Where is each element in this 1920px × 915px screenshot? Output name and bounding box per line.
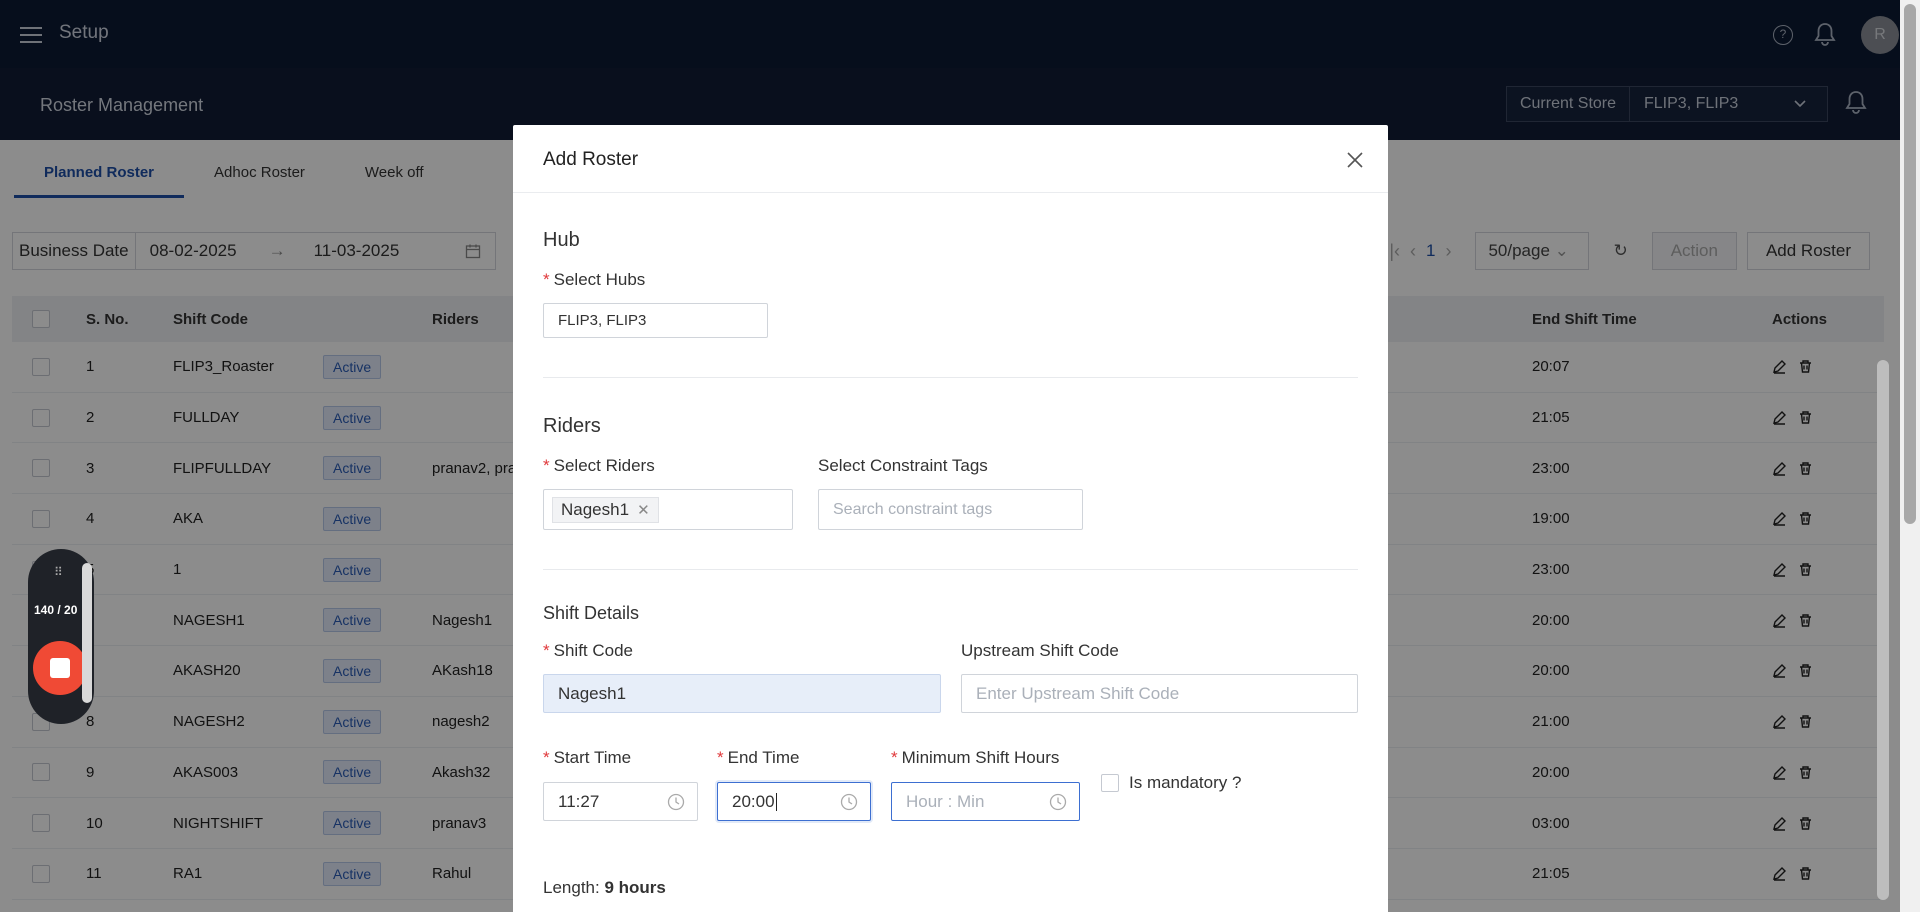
drag-handle-icon[interactable]: ⠿ [54,565,63,579]
shift-code-input[interactable]: Nagesh1 [543,674,941,713]
stop-record-button[interactable] [33,641,87,695]
upstream-shift-code-input[interactable]: Enter Upstream Shift Code [961,674,1358,713]
mandatory-label: Is mandatory ? [1129,773,1242,792]
divider [543,569,1358,570]
tag-close-icon[interactable]: ✕ [637,501,650,519]
clock-icon [1049,793,1067,811]
divider [543,377,1358,378]
shift-length: Length: 9 hours [543,878,666,897]
shift-details-title: Shift Details [543,603,640,623]
hub-section-title: Hub [543,229,580,251]
shift-code-label: * Shift Code [543,641,634,660]
clock-icon [840,793,858,811]
clock-icon [667,793,685,811]
add-roster-modal: Add Roster Hub * Select Hubs FLIP3, FLIP3… [513,125,1388,915]
modal-header: Add Roster [513,125,1388,193]
minimum-shift-hours-input[interactable]: Hour : Min [891,782,1080,821]
select-hubs-label: * Select Hubs [543,270,646,289]
rider-tag: Nagesh1 ✕ [552,496,659,523]
riders-section-title: Riders [543,415,601,437]
constraint-tags-label: Select Constraint Tags [818,456,988,475]
start-time-input[interactable]: 11:27 [543,782,698,821]
recorder-counter: 140 / 20 [34,603,78,617]
mandatory-checkbox[interactable] [1101,774,1119,792]
minimum-shift-hours-label: * Minimum Shift Hours [891,748,1060,767]
screen-recorder-widget: ⠿ 140 / 20 [28,549,94,724]
table-scrollbar[interactable] [1876,290,1890,910]
end-time-input[interactable]: 20:00 [717,782,871,821]
hubs-field[interactable]: FLIP3, FLIP3 [543,303,768,338]
upstream-shift-code-label: Upstream Shift Code [961,641,1119,660]
end-time-label: * End Time [717,748,800,767]
recorder-scrollbar[interactable] [82,563,92,703]
page-scrollbar[interactable] [1900,0,1920,912]
stop-icon [50,658,70,678]
riders-select[interactable]: Nagesh1 ✕ [543,489,793,530]
start-time-label: * Start Time [543,748,632,767]
constraint-tags-input[interactable]: Search constraint tags [818,489,1083,530]
close-icon[interactable] [1346,151,1364,169]
modal-title: Add Roster [543,149,639,170]
select-riders-label: * Select Riders [543,456,655,475]
